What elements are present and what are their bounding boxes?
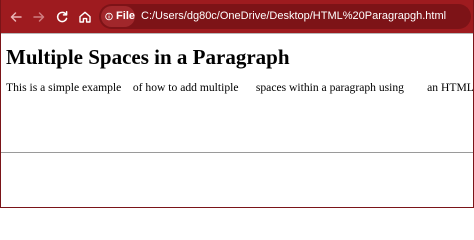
back-button[interactable] (6, 7, 26, 27)
forward-button[interactable] (29, 7, 49, 27)
reload-icon (56, 11, 68, 23)
reload-button[interactable] (52, 7, 72, 27)
page-paragraph: This is a simple example of how to add m… (6, 81, 474, 94)
site-info-chip[interactable]: File (101, 6, 135, 27)
divider (1, 152, 473, 153)
address-bar[interactable]: File C:/Users/dg80c/OneDrive/Desktop/HTM… (99, 4, 471, 29)
url-text[interactable]: C:/Users/dg80c/OneDrive/Desktop/HTML%20P… (141, 4, 446, 29)
back-arrow-icon (10, 12, 22, 22)
file-scheme-label: File (116, 10, 135, 22)
browser-toolbar: File C:/Users/dg80c/OneDrive/Desktop/HTM… (1, 0, 473, 34)
home-icon (79, 11, 91, 23)
page-content: Multiple Spaces in a Paragraph This is a… (1, 34, 473, 206)
info-icon (105, 12, 113, 21)
browser-window: File C:/Users/dg80c/OneDrive/Desktop/HTM… (0, 0, 474, 208)
page-heading: Multiple Spaces in a Paragraph (6, 45, 290, 69)
forward-arrow-icon (33, 12, 45, 22)
home-button[interactable] (75, 7, 95, 27)
